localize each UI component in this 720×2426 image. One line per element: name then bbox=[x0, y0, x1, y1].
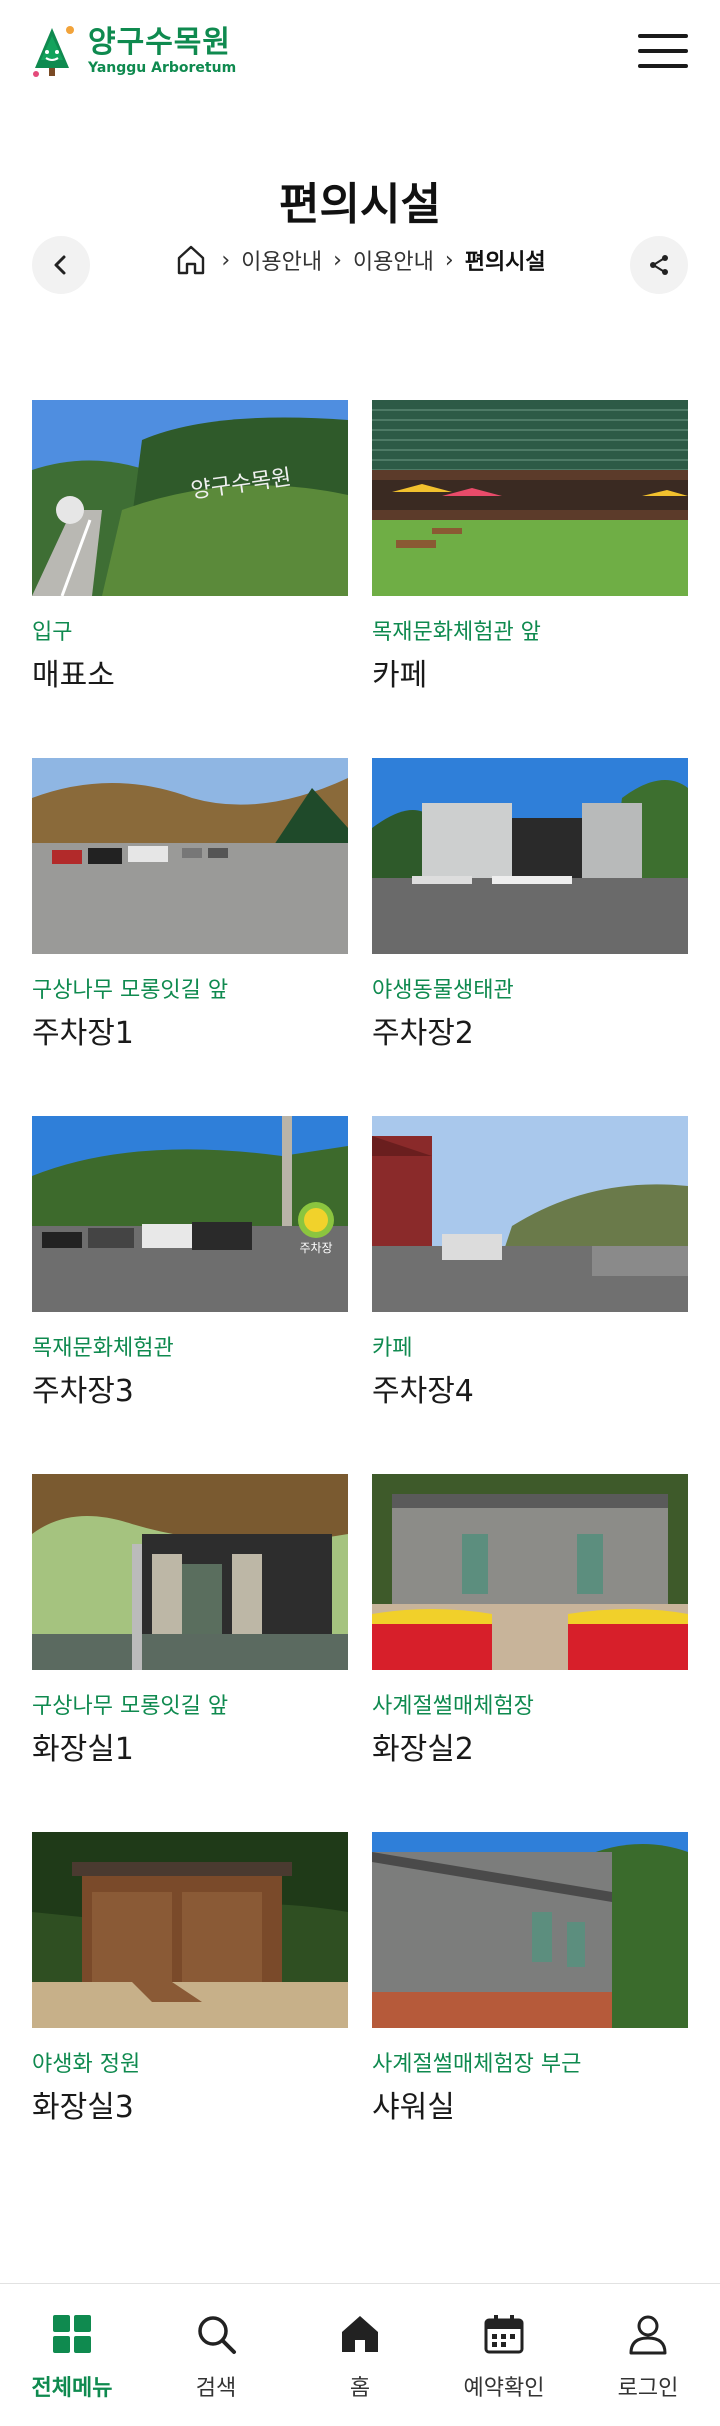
logo-title: 양구수목원 bbox=[88, 25, 231, 60]
chevron-right-icon: › bbox=[333, 247, 342, 273]
facility-card[interactable]: 구상나무 모롱잇길 앞 주차장1 bbox=[32, 758, 348, 1116]
breadcrumb-item[interactable]: 이용안내 bbox=[241, 244, 322, 276]
page-title: 편의시설 bbox=[279, 179, 441, 230]
facility-card[interactable]: 사계절썰매체험장 화장실2 bbox=[372, 1474, 688, 1832]
share-icon bbox=[650, 255, 668, 275]
breadcrumb: › 이용안내 › 이용안내 › 편의시설 bbox=[0, 243, 720, 277]
home-icon bbox=[342, 2316, 378, 2352]
facility-name: 샤워실 bbox=[372, 2090, 455, 2125]
facility-name: 화장실1 bbox=[32, 1732, 134, 1767]
nav-home[interactable]: 홈 bbox=[288, 2284, 432, 2426]
chevron-right-icon: › bbox=[444, 247, 454, 273]
home-icon[interactable] bbox=[174, 243, 208, 277]
facility-name: 매표소 bbox=[32, 658, 115, 693]
facility-location: 야생화 정원 bbox=[32, 2052, 141, 2077]
search-icon bbox=[198, 2316, 236, 2354]
nav-search[interactable]: 검색 bbox=[144, 2284, 288, 2426]
facility-location: 입구 bbox=[32, 620, 73, 645]
facility-photo bbox=[372, 400, 688, 596]
site-logo[interactable]: 양구수목원 Yanggu Arboretum bbox=[30, 24, 236, 78]
facility-card[interactable]: 양구수목원 입구 매표소 bbox=[32, 400, 348, 758]
chevron-right-icon: › bbox=[221, 247, 231, 273]
facility-name: 주차장1 bbox=[32, 1016, 134, 1051]
facility-card[interactable]: 목재문화체험관 앞 카페 bbox=[372, 400, 688, 758]
facility-card[interactable]: 사계절썰매체험장 부근 샤워실 bbox=[372, 1832, 688, 2190]
facility-card[interactable]: 카페 주차장4 bbox=[372, 1116, 688, 1474]
facility-photo bbox=[372, 1832, 688, 2028]
facility-grid: 양구수목원 입구 매표소 목재문화체험관 앞 카페 구상나무 모롱잇길 앞 주차… bbox=[32, 400, 688, 2190]
facility-location: 구상나무 모롱잇길 앞 bbox=[32, 1694, 229, 1719]
nav-label: 로그인 bbox=[617, 2376, 679, 2401]
facility-photo: 주차장 bbox=[32, 1116, 348, 1312]
facility-location: 사계절썰매체험장 부근 bbox=[372, 2052, 582, 2077]
facility-photo bbox=[32, 1474, 348, 1670]
nav-label: 전체메뉴 bbox=[31, 2376, 113, 2401]
header: 양구수목원 Yanggu Arboretum bbox=[0, 0, 720, 110]
share-button[interactable] bbox=[630, 236, 688, 294]
facility-location: 사계절썰매체험장 bbox=[372, 1694, 534, 1719]
facility-location: 카페 bbox=[372, 1336, 413, 1361]
bottom-navigation: 전체메뉴 검색 홈 예약확인 로그인 bbox=[0, 2283, 720, 2426]
nav-label: 검색 bbox=[195, 2376, 237, 2401]
facility-location: 야생동물생태관 bbox=[372, 978, 514, 1003]
grid-icon bbox=[53, 2315, 91, 2353]
facility-photo: 양구수목원 bbox=[32, 400, 348, 596]
facility-card[interactable]: 야생화 정원 화장실3 bbox=[32, 1832, 348, 2190]
nav-login[interactable]: 로그인 bbox=[576, 2284, 720, 2426]
facility-photo bbox=[372, 1116, 688, 1312]
calendar-icon bbox=[484, 2315, 524, 2354]
logo-subtitle: Yanggu Arboretum bbox=[88, 60, 237, 76]
facility-card[interactable]: 야생동물생태관 주차장2 bbox=[372, 758, 688, 1116]
facility-photo bbox=[372, 1474, 688, 1670]
facility-name: 화장실2 bbox=[372, 1732, 474, 1767]
facility-card[interactable]: 구상나무 모롱잇길 앞 화장실1 bbox=[32, 1474, 348, 1832]
facility-photo bbox=[372, 758, 688, 954]
facility-name: 주차장3 bbox=[32, 1374, 134, 1409]
facility-location: 목재문화체험관 앞 bbox=[372, 620, 541, 645]
facility-location: 목재문화체험관 bbox=[32, 1336, 174, 1361]
facility-name: 주차장4 bbox=[372, 1374, 474, 1409]
facility-name: 화장실3 bbox=[32, 2090, 134, 2125]
hamburger-menu-icon[interactable] bbox=[638, 32, 688, 70]
parking-sign-text: 주차장 bbox=[299, 1241, 332, 1255]
facility-name: 카페 bbox=[372, 658, 428, 693]
facility-card[interactable]: 주차장 목재문화체험관 주차장3 bbox=[32, 1116, 348, 1474]
nav-all-menu[interactable]: 전체메뉴 bbox=[0, 2284, 144, 2426]
breadcrumb-current: 편의시설 bbox=[464, 250, 546, 275]
facility-photo bbox=[32, 1832, 348, 2028]
nav-reservation[interactable]: 예약확인 bbox=[432, 2284, 576, 2426]
user-icon bbox=[629, 2315, 667, 2355]
facility-photo bbox=[32, 758, 348, 954]
tree-logo-icon bbox=[30, 24, 80, 78]
nav-label: 홈 bbox=[349, 2376, 371, 2401]
nav-label: 예약확인 bbox=[463, 2376, 545, 2401]
facility-location: 구상나무 모롱잇길 앞 bbox=[32, 978, 229, 1003]
breadcrumb-item[interactable]: 이용안내 bbox=[353, 244, 434, 276]
facility-name: 주차장2 bbox=[372, 1016, 474, 1051]
